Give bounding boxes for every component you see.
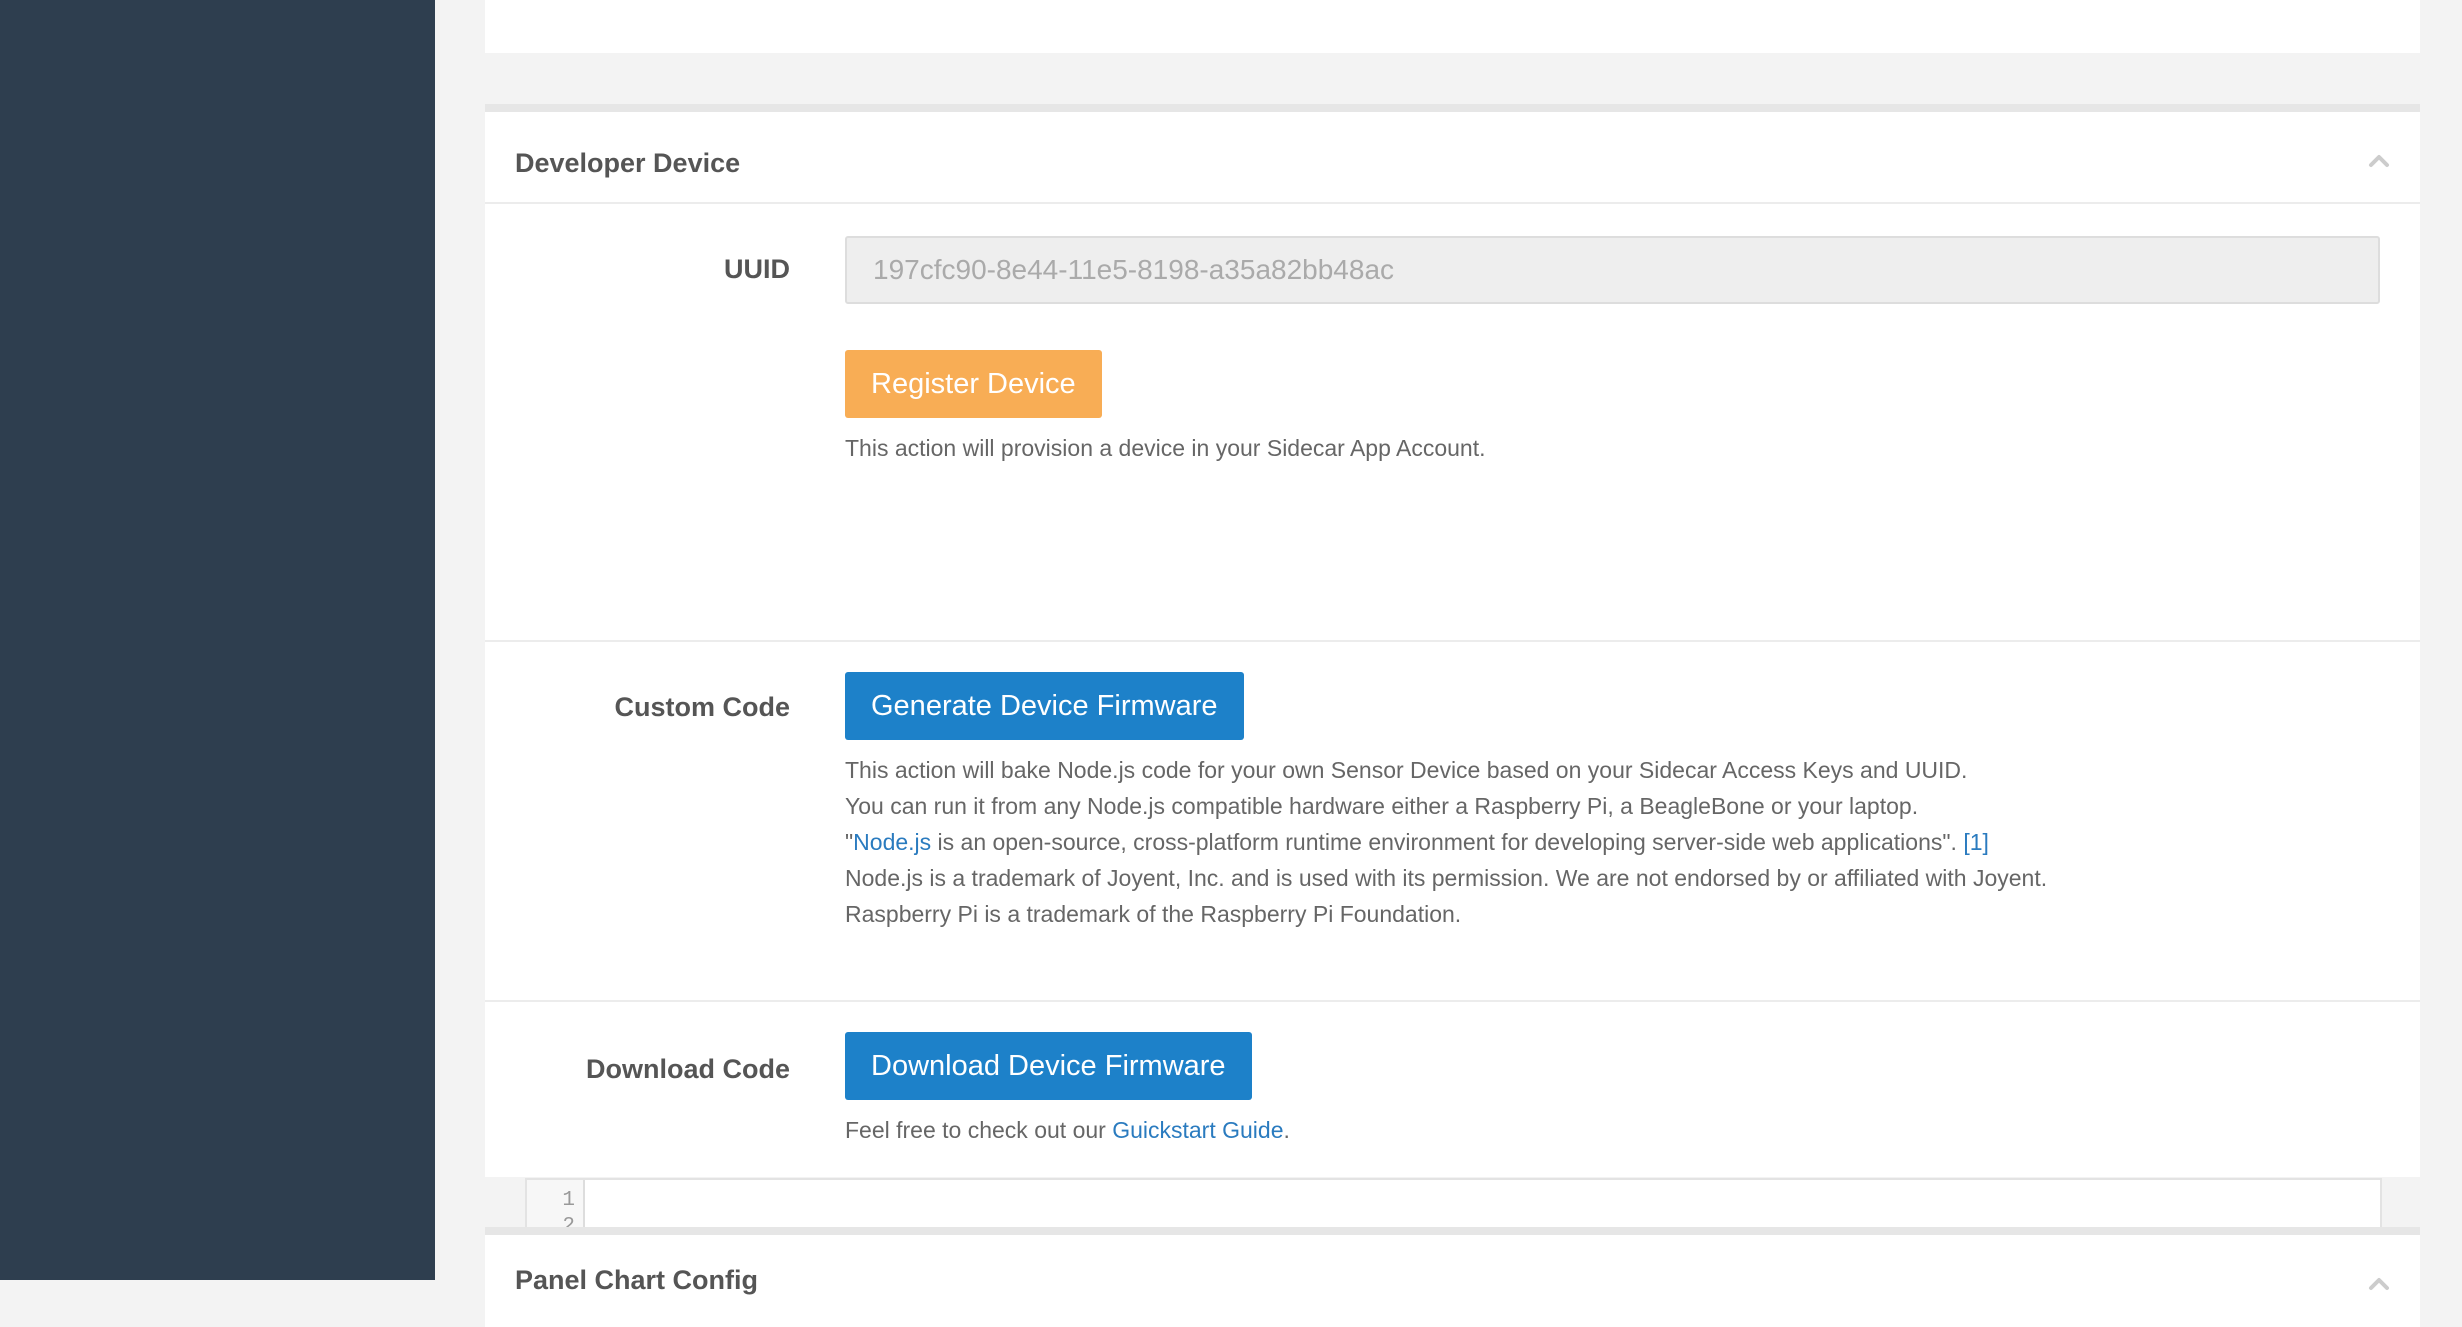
main-content: Developer Device UUID 197cfc90-8e44-11e5… [435,0,2462,1327]
previous-panel [485,0,2420,53]
nodejs-description: is an open-source, cross-platform runtim… [931,829,1964,855]
custom-code-line-1: This action will bake Node.js code for y… [845,757,1968,783]
generate-firmware-button[interactable]: Generate Device Firmware [845,672,1244,740]
download-help-prefix: Feel free to check out our [845,1117,1113,1143]
register-help-text: This action will provision a device in y… [845,435,1486,461]
uuid-row: UUID 197cfc90-8e44-11e5-8198-a35a82bb48a… [485,206,2420,642]
download-help-text: Feel free to check out our Guickstart Gu… [845,1112,2380,1148]
reference-link[interactable]: [1] [1963,829,1989,855]
chevron-up-icon[interactable] [2368,150,2390,172]
nodejs-link[interactable]: Node.js [853,829,931,855]
panel-title: Panel Chart Config [515,1265,759,1295]
uuid-label: UUID [724,254,790,284]
download-help-suffix: . [1283,1117,1290,1143]
custom-code-label: Custom Code [614,692,791,722]
quickstart-guide-link[interactable]: Guickstart Guide [1112,1117,1283,1143]
register-device-button[interactable]: Register Device [845,350,1102,418]
panel-chart-config-panel: Panel Chart Config [485,1227,2420,1327]
line-number: 1 [562,1189,575,1212]
custom-code-line-4: Node.js is a trademark of Joyent, Inc. a… [845,865,2048,891]
quote-open: " [845,829,854,855]
custom-code-row: Custom Code Generate Device Firmware Thi… [485,642,2420,1002]
panel-heading[interactable]: Developer Device [485,112,2420,204]
sidebar [0,0,435,1280]
custom-code-line-3: "Node.js is an open-source, cross-platfo… [845,824,2380,860]
download-code-label: Download Code [586,1054,790,1084]
chevron-up-icon[interactable] [2368,1273,2390,1295]
custom-code-line-5: Raspberry Pi is a trademark of the Raspb… [845,901,1462,927]
developer-device-panel: Developer Device UUID 197cfc90-8e44-11e5… [485,104,2420,1248]
panel-title: Developer Device [515,148,741,178]
custom-code-line-2: You can run it from any Node.js compatib… [845,793,1919,819]
download-firmware-button[interactable]: Download Device Firmware [845,1032,1252,1100]
uuid-field[interactable]: 197cfc90-8e44-11e5-8198-a35a82bb48ac [845,236,2380,304]
